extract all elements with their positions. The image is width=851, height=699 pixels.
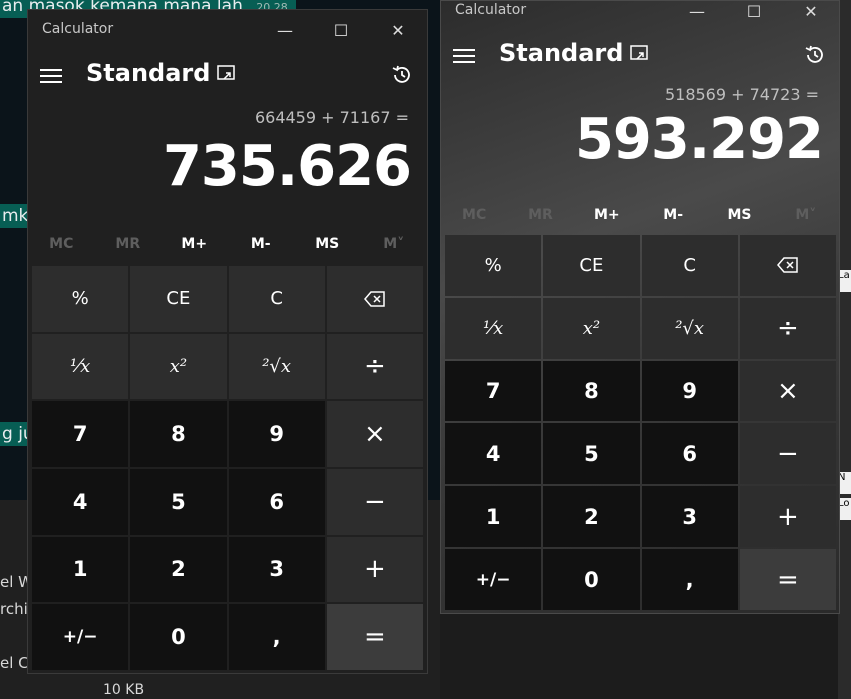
expression-display: 664459 + 71167 =	[254, 108, 409, 127]
calculator-window-right: Calculator — ☐ ✕ Standard 518569 + 74723…	[440, 0, 840, 614]
file-size: 10 KB	[103, 682, 145, 698]
percent-button[interactable]: %	[32, 266, 129, 332]
chat-message-text: mk	[2, 206, 29, 226]
window-title: Calculator	[455, 2, 527, 18]
title-bar[interactable]: Calculator — ☐ ✕	[28, 10, 427, 50]
memory-store-button[interactable]: MS	[294, 236, 361, 260]
memory-store-button[interactable]: MS	[706, 207, 772, 231]
header: Standard	[28, 54, 427, 98]
digit-7-button[interactable]: 7	[445, 360, 542, 422]
memory-add-button[interactable]: M+	[574, 207, 640, 231]
result-display: 735.626	[162, 134, 412, 199]
clear-button[interactable]: C	[641, 235, 738, 296]
digit-4-button[interactable]: 4	[32, 468, 129, 535]
square-root-button[interactable]: ²√x	[228, 333, 325, 400]
background-window	[440, 612, 838, 699]
digit-3-button[interactable]: 3	[641, 486, 738, 548]
memory-subtract-button[interactable]: M-	[228, 236, 295, 260]
equals-button[interactable]: =	[326, 604, 423, 670]
digit-9-button[interactable]: 9	[228, 401, 325, 467]
keep-on-top-icon[interactable]	[629, 44, 651, 66]
equals-button[interactable]: =	[739, 549, 836, 610]
digit-3-button[interactable]: 3	[228, 536, 325, 603]
keypad: % CE C ¹⁄x x² ²√x ÷ 7 8 9 × 4 5 6 − 1 2 …	[32, 266, 423, 670]
keep-on-top-icon[interactable]	[216, 64, 238, 86]
window-title: Calculator	[42, 21, 114, 37]
header: Standard	[441, 34, 839, 78]
hamburger-menu-icon[interactable]	[453, 45, 475, 65]
maximize-button[interactable]: ☐	[318, 16, 364, 46]
history-icon[interactable]	[803, 43, 829, 69]
add-button[interactable]: +	[326, 536, 423, 603]
memory-list-button[interactable]: M˅	[361, 236, 428, 260]
square-button[interactable]: x²	[130, 333, 227, 400]
hamburger-menu-icon[interactable]	[40, 65, 62, 85]
minimize-button[interactable]: —	[262, 16, 308, 46]
digit-8-button[interactable]: 8	[130, 401, 227, 467]
clear-entry-button[interactable]: CE	[543, 235, 640, 296]
subtract-button[interactable]: −	[739, 423, 836, 485]
digit-9-button[interactable]: 9	[641, 360, 738, 422]
memory-clear-button[interactable]: MC	[441, 207, 507, 231]
backspace-button[interactable]	[739, 235, 836, 296]
digit-1-button[interactable]: 1	[445, 486, 542, 548]
digit-1-button[interactable]: 1	[32, 536, 129, 603]
memory-clear-button[interactable]: MC	[28, 236, 95, 260]
add-button[interactable]: +	[739, 486, 836, 548]
reciprocal-button[interactable]: ¹⁄x	[32, 333, 129, 400]
keypad: % CE C ¹⁄x x² ²√x ÷ 7 8 9 × 4 5 6 − 1 2 …	[445, 235, 836, 610]
digit-2-button[interactable]: 2	[130, 536, 227, 603]
negate-button[interactable]: +/−	[32, 604, 129, 670]
subtract-button[interactable]: −	[326, 468, 423, 535]
digit-5-button[interactable]: 5	[543, 423, 640, 485]
digit-4-button[interactable]: 4	[445, 423, 542, 485]
percent-button[interactable]: %	[445, 235, 542, 296]
square-button[interactable]: x²	[543, 297, 640, 359]
digit-6-button[interactable]: 6	[228, 468, 325, 535]
calculator-window-left: Calculator — ☐ ✕ Standard 664459 + 71167…	[27, 9, 428, 674]
memory-add-button[interactable]: M+	[161, 236, 228, 260]
expression-display: 518569 + 74723 =	[664, 85, 819, 104]
backspace-icon	[363, 291, 385, 307]
digit-5-button[interactable]: 5	[130, 468, 227, 535]
close-button[interactable]: ✕	[788, 0, 834, 27]
maximize-button[interactable]: ☐	[731, 0, 777, 27]
close-button[interactable]: ✕	[375, 16, 421, 46]
negate-button[interactable]: +/−	[445, 549, 542, 610]
digit-6-button[interactable]: 6	[641, 423, 738, 485]
digit-0-button[interactable]: 0	[130, 604, 227, 670]
memory-recall-button[interactable]: MR	[95, 236, 162, 260]
multiply-button[interactable]: ×	[326, 401, 423, 467]
clear-button[interactable]: C	[228, 266, 325, 332]
digit-2-button[interactable]: 2	[543, 486, 640, 548]
result-display: 593.292	[574, 107, 824, 172]
memory-recall-button[interactable]: MR	[507, 207, 573, 231]
memory-bar: MC MR M+ M- MS M˅	[441, 207, 839, 231]
memory-bar: MC MR M+ M- MS M˅	[28, 236, 427, 260]
digit-8-button[interactable]: 8	[543, 360, 640, 422]
reciprocal-button[interactable]: ¹⁄x	[445, 297, 542, 359]
divide-button[interactable]: ÷	[326, 333, 423, 400]
backspace-button[interactable]	[326, 266, 423, 332]
mode-title: Standard	[86, 59, 211, 87]
square-root-button[interactable]: ²√x	[641, 297, 738, 359]
digit-0-button[interactable]: 0	[543, 549, 640, 610]
memory-subtract-button[interactable]: M-	[640, 207, 706, 231]
backspace-icon	[776, 257, 798, 274]
title-bar[interactable]: Calculator — ☐ ✕	[441, 0, 839, 31]
minimize-button[interactable]: —	[674, 0, 720, 27]
multiply-button[interactable]: ×	[739, 360, 836, 422]
decimal-button[interactable]: ,	[228, 604, 325, 670]
decimal-button[interactable]: ,	[641, 549, 738, 610]
memory-list-button[interactable]: M˅	[773, 207, 839, 231]
mode-title: Standard	[499, 39, 624, 67]
divide-button[interactable]: ÷	[739, 297, 836, 359]
history-icon[interactable]	[390, 63, 416, 89]
digit-7-button[interactable]: 7	[32, 401, 129, 467]
clear-entry-button[interactable]: CE	[130, 266, 227, 332]
